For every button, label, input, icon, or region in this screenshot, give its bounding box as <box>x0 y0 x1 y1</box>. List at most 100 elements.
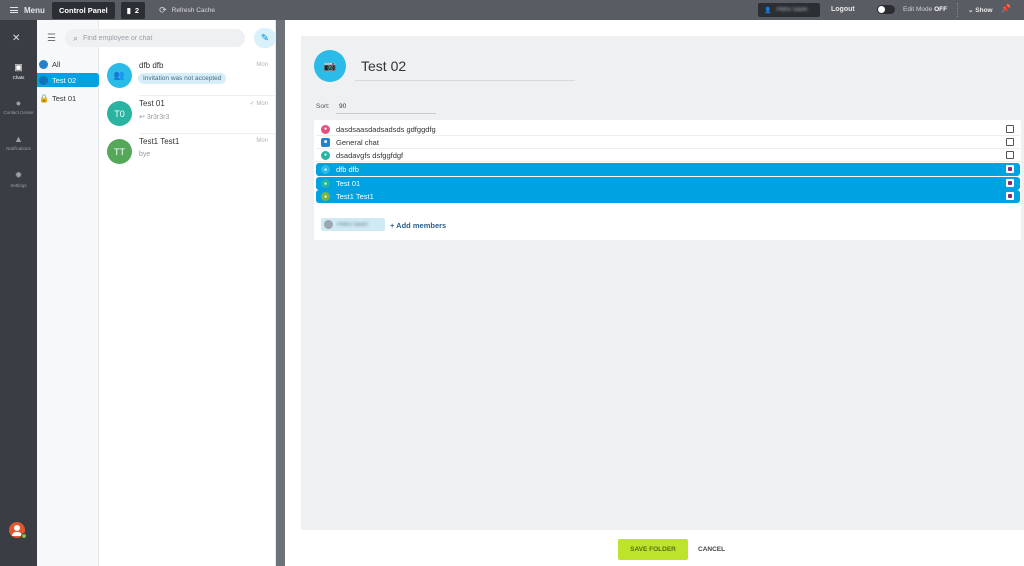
pin-icon[interactable]: 📌 <box>1001 4 1011 13</box>
rail-item-contact-center[interactable]: ● Contact Center <box>0 98 37 115</box>
folder-label: Test 02 <box>52 75 77 85</box>
chat-name: Test 01 <box>139 99 165 108</box>
chat-last-message: bye <box>139 151 151 158</box>
contact-center-icon: ● <box>15 98 22 108</box>
member-row[interactable]: ● dfb dfb <box>316 163 1020 176</box>
chat-item[interactable]: T0 Test 01 ✓ Mon ↩ 3r3r3r3 <box>99 96 276 134</box>
menu-label: Menu <box>24 5 45 15</box>
add-members-button[interactable]: + Add members <box>390 221 446 230</box>
user-name: Petro Savin <box>776 7 808 13</box>
rail-item-label: Settings <box>10 183 27 188</box>
divider <box>355 80 575 81</box>
member-name: dsadavgfs dsfggfdgf <box>336 150 404 160</box>
rail-item-chats[interactable]: ▣ Chats <box>0 62 37 80</box>
logout-button[interactable]: Logout <box>831 6 855 13</box>
folder-icon <box>39 75 48 85</box>
chat-last-message: ↩ 3r3r3r3 <box>139 114 170 121</box>
rail-item-settings[interactable]: ✹ Settings <box>0 170 37 188</box>
folder-label: Test 01 <box>52 93 77 103</box>
refresh-label: Refresh Cache <box>171 6 215 14</box>
sort-label: Sort: <box>316 103 330 110</box>
notification-icon: ▮ <box>126 5 131 15</box>
sort-input[interactable]: 90 <box>339 103 346 110</box>
avatar: T0 <box>107 101 132 126</box>
edit-mode-text: Edit Mode <box>903 6 933 13</box>
compose-button[interactable]: ✎ <box>254 28 276 48</box>
folder-item-all[interactable]: All <box>37 57 99 71</box>
bell-icon: ▲ <box>14 134 23 144</box>
member-name: Test 01 <box>336 179 361 188</box>
chat-message-text: 3r3r3r3 <box>146 114 170 121</box>
notifications-count: 2 <box>134 5 140 15</box>
left-rail: ✕ ▣ Chats ● Contact Center ▲ Notificatio… <box>0 20 37 566</box>
edit-mode-label: Edit Mode OFF <box>903 6 947 13</box>
rail-item-label: Notifications <box>6 146 31 151</box>
group-chat-icon: 👥 <box>107 63 132 88</box>
show-label: Show <box>975 7 993 14</box>
edit-mode-toggle[interactable] <box>877 5 895 14</box>
edit-mode-state: OFF <box>934 6 948 13</box>
online-status-icon <box>21 533 27 539</box>
avatar <box>324 220 333 229</box>
status-badge: Invitation was not accepted <box>138 73 227 84</box>
search-box[interactable]: ⌕ <box>65 29 245 47</box>
menu-button[interactable]: Menu <box>0 6 52 15</box>
member-checkbox[interactable] <box>1006 138 1014 146</box>
member-chip[interactable]: Petro Savin <box>321 218 385 231</box>
notifications-button[interactable]: ▮ 2 <box>120 1 146 19</box>
member-name: dfb dfb <box>336 165 359 174</box>
member-checkbox[interactable] <box>1006 151 1014 159</box>
user-icon: 👤 <box>764 7 772 14</box>
member-checkbox[interactable] <box>1006 192 1014 200</box>
user-icon: ● <box>321 192 330 201</box>
rail-item-label: Chats <box>12 75 25 80</box>
avatar: TT <box>107 139 132 164</box>
rail-item-label: Contact Center <box>3 110 34 115</box>
filter-icon[interactable]: ☰ <box>47 33 59 44</box>
member-row[interactable]: ● Test1 Test1 <box>316 190 1020 203</box>
show-button[interactable]: ⌄ Show <box>968 6 993 14</box>
member-name: dasdsaasdadsadsds gdfggdfg <box>336 124 436 134</box>
member-row[interactable]: ● Test 01 <box>316 177 1020 190</box>
folder-item-test-01[interactable]: 🔒 Test 01 <box>37 91 99 105</box>
member-checkbox[interactable] <box>1006 179 1014 187</box>
user-icon: ● <box>321 150 330 160</box>
search-input[interactable] <box>83 34 234 42</box>
member-checkbox[interactable] <box>1006 165 1014 173</box>
cancel-button[interactable]: CANCEL <box>698 546 725 553</box>
chat-item[interactable]: 👥 dfb dfb Mon Invitation was not accepte… <box>99 58 276 96</box>
member-chip-label: Petro Savin <box>337 221 369 228</box>
user-button[interactable]: 👤 Petro Savin <box>758 3 820 17</box>
rail-item-notifications[interactable]: ▲ Notifications <box>0 134 37 151</box>
folder-list: All Test 02 🔒 Test 01 <box>37 20 99 566</box>
group-chat-icon: ● <box>321 165 330 174</box>
lock-icon: 🔒 <box>39 93 49 103</box>
edit-icon: ✎ <box>260 32 270 44</box>
chat-time: ✓ Mon <box>249 101 268 107</box>
top-bar: Menu Control Panel ▮ 2 ⟳ Refresh Cache 👤… <box>0 0 1024 20</box>
member-row[interactable]: ● dsadavgfs dsfggfdgf <box>316 149 1020 162</box>
refresh-cache-button[interactable]: ⟳ Refresh Cache <box>159 5 215 16</box>
folder-item-test-02[interactable]: Test 02 <box>37 73 99 87</box>
chat-time: Mon <box>256 138 268 144</box>
close-icon[interactable]: ✕ <box>12 33 20 44</box>
control-panel-button[interactable]: Control Panel <box>52 1 115 19</box>
divider <box>336 113 436 114</box>
chat-list: 👥 dfb dfb Mon Invitation was not accepte… <box>99 20 276 566</box>
member-checkbox[interactable] <box>1006 125 1014 133</box>
search-icon: ⌕ <box>73 32 79 43</box>
member-name: Test1 Test1 <box>336 192 374 201</box>
camera-icon[interactable]: 📷 <box>314 50 346 82</box>
general-chat-icon: ■ <box>321 137 330 147</box>
save-folder-button[interactable]: SAVE FOLDER <box>618 539 688 560</box>
folder-label: All <box>52 59 61 69</box>
user-icon: ● <box>321 124 330 134</box>
member-row[interactable]: ● dasdsaasdadsadsds gdfggdfg <box>316 123 1020 136</box>
chat-item[interactable]: TT Test1 Test1 Mon bye <box>99 134 276 172</box>
hamburger-icon <box>10 7 18 13</box>
chat-time-text: Mon <box>256 101 268 107</box>
folder-title-input[interactable]: Test 02 <box>361 58 406 74</box>
member-row[interactable]: ■ General chat <box>316 136 1020 149</box>
lock-icon: ● <box>321 179 330 188</box>
chats-icon: ▣ <box>14 62 23 72</box>
